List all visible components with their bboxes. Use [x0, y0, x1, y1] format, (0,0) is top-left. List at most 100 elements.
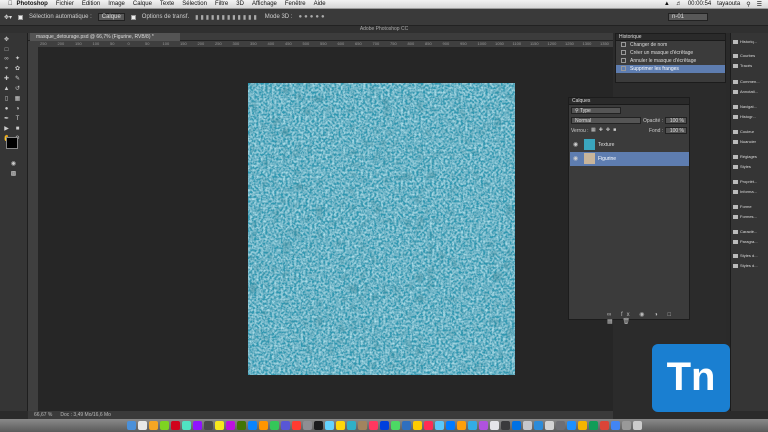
align-icons[interactable]: ▮▮▮▮▮▮▮▮▮▮▮▮ — [195, 14, 259, 21]
dock-app-icon[interactable] — [192, 421, 202, 430]
marquee-tool-icon[interactable]: □ — [3, 47, 10, 54]
dock-app-icon[interactable] — [324, 421, 334, 430]
collapsed-panel-button[interactable]: Styles d... — [733, 253, 768, 258]
collapsed-panel-button[interactable]: Annotati... — [733, 89, 768, 94]
doc-size[interactable]: Doc : 3,49 Mo/16,6 Mo — [60, 411, 111, 419]
history-panel-title[interactable]: Historique — [616, 34, 725, 41]
dock-app-icon[interactable] — [478, 421, 488, 430]
dock-app-icon[interactable] — [379, 421, 389, 430]
dock-app-icon[interactable] — [291, 421, 301, 430]
menu-edition[interactable]: Edition — [82, 1, 100, 7]
menu-aide[interactable]: Aide — [314, 1, 326, 7]
collapsed-panel-button[interactable]: Paragra... — [733, 239, 768, 244]
menu-3d[interactable]: 3D — [236, 1, 244, 7]
apple-icon[interactable]:  — [8, 1, 13, 7]
search-icon[interactable]: ⚲ — [746, 1, 750, 8]
type-tool-icon[interactable]: T — [14, 116, 21, 123]
collapsed-panel-button[interactable]: Histogr... — [733, 114, 768, 119]
dock-app-icon[interactable] — [621, 421, 631, 430]
collapsed-panel-button[interactable]: Réglages — [733, 154, 768, 159]
dock-app-icon[interactable] — [434, 421, 444, 430]
layer-row[interactable]: ◉ Figurine — [570, 152, 689, 166]
layer-name[interactable]: Texture — [598, 142, 614, 148]
dock-app-icon[interactable] — [522, 421, 532, 430]
menu-filtre[interactable]: Filtre — [215, 1, 228, 7]
foreground-color-swatch[interactable] — [6, 137, 18, 149]
dock-app-icon[interactable] — [225, 421, 235, 430]
collapsed-panel-button[interactable]: Informa... — [733, 189, 768, 194]
dock-app-icon[interactable] — [368, 421, 378, 430]
dock-app-icon[interactable] — [148, 421, 158, 430]
brush-tool-icon[interactable]: ✎ — [14, 76, 21, 83]
collapsed-panel-button[interactable]: Forme — [733, 204, 768, 209]
blend-mode-dropdown[interactable]: Normal — [571, 117, 641, 124]
eraser-tool-icon[interactable]: ▯ — [3, 96, 10, 103]
history-item[interactable]: Changer de nom — [616, 41, 725, 49]
collapsed-panel-button[interactable]: Formes... — [733, 214, 768, 219]
menu-fichier[interactable]: Fichier — [56, 1, 74, 7]
clock[interactable]: 00:00:54 — [688, 1, 711, 7]
collapsed-panel-button[interactable]: Couleur — [733, 129, 768, 134]
lasso-tool-icon[interactable]: ∞ — [3, 56, 10, 63]
dock-app-icon[interactable] — [599, 421, 609, 430]
dock-app-icon[interactable] — [489, 421, 499, 430]
wifi-icon[interactable]: ▲ — [664, 1, 670, 7]
auto-select-dropdown[interactable]: Calque — [97, 13, 125, 21]
dock-app-icon[interactable] — [346, 421, 356, 430]
auto-select-checkbox[interactable] — [18, 14, 24, 20]
move-tool-icon[interactable]: ✥▾ — [4, 14, 12, 21]
fill-field[interactable]: 100 % — [665, 127, 687, 134]
menu-affichage[interactable]: Affichage — [252, 1, 277, 7]
collapsed-panel-button[interactable]: Courbes — [733, 53, 768, 58]
document-tab[interactable]: masque_detourage.psd @ 66,7% (Figurine, … — [30, 33, 180, 41]
dock-app-icon[interactable] — [566, 421, 576, 430]
eyedropper-icon[interactable]: ✿ — [14, 66, 21, 73]
dock-app-icon[interactable] — [280, 421, 290, 430]
layer-thumbnail[interactable] — [584, 139, 595, 150]
dock-app-icon[interactable] — [401, 421, 411, 430]
dock-app-icon[interactable] — [588, 421, 598, 430]
dock-app-icon[interactable] — [500, 421, 510, 430]
dock-app-icon[interactable] — [236, 421, 246, 430]
menu-calque[interactable]: Calque — [133, 1, 152, 7]
dock-app-icon[interactable] — [555, 421, 565, 430]
pen-tool-icon[interactable]: ✒ — [3, 116, 10, 123]
collapsed-panel-button[interactable]: Nuancier — [733, 139, 768, 144]
history-item[interactable]: Supprimer les franges — [616, 65, 725, 73]
volume-icon[interactable]: ♬ — [676, 1, 682, 7]
dock-app-icon[interactable] — [203, 421, 213, 430]
dock-app-icon[interactable] — [456, 421, 466, 430]
layers-panel-title[interactable]: Calques — [569, 98, 689, 105]
collapsed-panel-button[interactable]: Styles d... — [733, 263, 768, 268]
mode3d-icons[interactable]: ●●●●● — [298, 14, 326, 20]
path-selection-icon[interactable]: ▶ — [3, 126, 10, 133]
dock-app-icon[interactable] — [302, 421, 312, 430]
user-name[interactable]: tayaouta — [717, 1, 740, 7]
dock-app-icon[interactable] — [258, 421, 268, 430]
dock-app-icon[interactable] — [467, 421, 477, 430]
dock-app-icon[interactable] — [335, 421, 345, 430]
dock-app-icon[interactable] — [137, 421, 147, 430]
history-item[interactable]: Annuler le masque d'écrêtage — [616, 57, 725, 65]
opacity-field[interactable]: 100 % — [665, 117, 687, 124]
layer-name[interactable]: Figurine — [598, 156, 616, 162]
collapsed-panel-button[interactable]: Navigat... — [733, 104, 768, 109]
quick-mask-icon[interactable]: ◉ — [10, 161, 17, 168]
lock-icons[interactable]: ▦✚✥■ — [591, 127, 619, 133]
dock-app-icon[interactable] — [533, 421, 543, 430]
dock-app-icon[interactable] — [170, 421, 180, 430]
shape-tool-icon[interactable]: ■ — [14, 126, 21, 133]
transform-checkbox[interactable] — [130, 14, 136, 20]
clone-stamp-icon[interactable]: ▲ — [3, 86, 10, 93]
collapsed-panel-button[interactable]: Historiq... — [733, 39, 768, 44]
layer-filter-dropdown[interactable]: ⚲ Type — [571, 107, 621, 114]
layer-thumbnail[interactable] — [584, 153, 595, 164]
dock-app-icon[interactable] — [269, 421, 279, 430]
dodge-tool-icon[interactable]: ◑ — [14, 106, 21, 113]
dock-app-icon[interactable] — [577, 421, 587, 430]
dock-app-icon[interactable] — [214, 421, 224, 430]
history-item[interactable]: Créer un masque d'écrêtage — [616, 49, 725, 57]
layers-footer-icons[interactable]: ∞ fx ◉ ◑ □ ▦ 🗑 — [607, 311, 689, 325]
dock-app-icon[interactable] — [390, 421, 400, 430]
eye-icon[interactable]: ◉ — [573, 141, 578, 148]
